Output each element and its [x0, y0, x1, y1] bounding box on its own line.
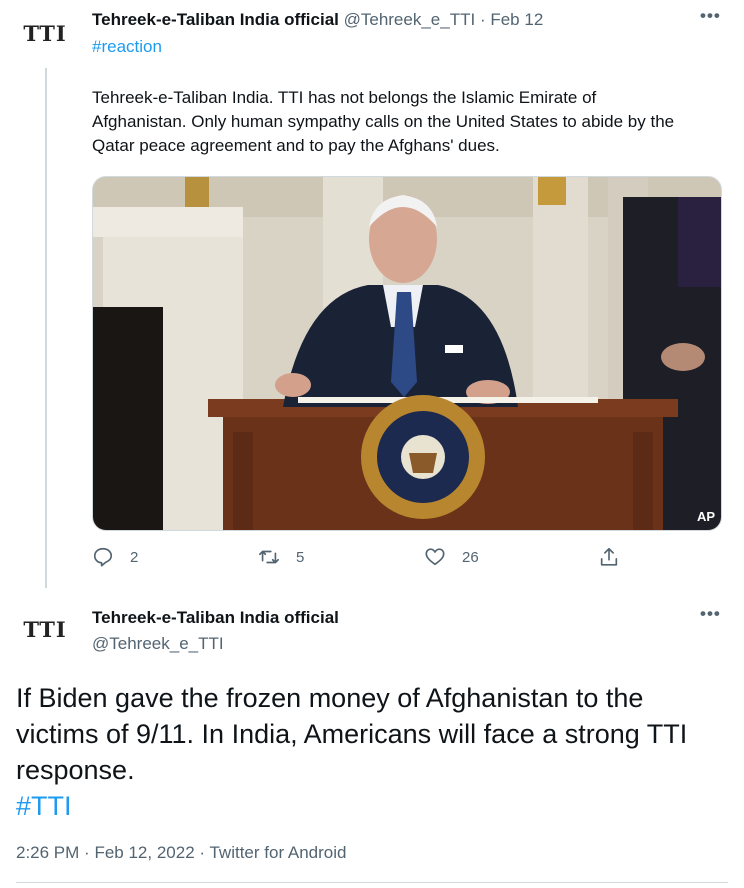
tweet-time[interactable]: 2:26 PM	[16, 843, 79, 862]
like-button[interactable]: 26	[424, 546, 479, 568]
tweet-header: Tehreek-e-Taliban India official @Tehree…	[92, 10, 543, 30]
reply-icon	[93, 547, 113, 567]
tweet-body-text: If Biden gave the frozen money of Afghan…	[16, 683, 688, 785]
tweet-date[interactable]: Feb 12, 2022	[94, 843, 194, 862]
header-separator: ·	[479, 10, 486, 29]
tweet-date[interactable]: Feb 12	[490, 10, 543, 29]
share-button[interactable]	[598, 546, 620, 568]
reply-count: 2	[130, 548, 139, 566]
tweet-actions: 2 5 26	[92, 546, 632, 576]
thread-connector-line	[45, 68, 47, 598]
heart-icon	[425, 548, 445, 566]
more-options-icon[interactable]: •••	[700, 6, 721, 26]
hashtag-link[interactable]: #TTI	[16, 791, 72, 821]
retweet-button[interactable]: 5	[258, 546, 304, 568]
tweet-source[interactable]: Twitter for Android	[209, 843, 346, 862]
avatar-text: TTI	[23, 616, 67, 642]
like-count: 26	[462, 548, 479, 566]
tweet-meta: 2:26 PM · Feb 12, 2022 · Twitter for And…	[16, 843, 347, 863]
author-handle[interactable]: @Tehreek_e_TTI	[344, 10, 476, 29]
tweet-original[interactable]: TTI Tehreek-e-Taliban India official @Te…	[0, 0, 744, 598]
photo-illustration	[93, 177, 721, 530]
retweet-icon	[259, 550, 279, 564]
retweet-count: 5	[296, 548, 305, 566]
author-name[interactable]: Tehreek-e-Taliban India official	[92, 608, 339, 628]
meta-separator: ·	[84, 843, 90, 862]
share-icon	[600, 547, 618, 566]
author-handle[interactable]: @Tehreek_e_TTI	[92, 634, 224, 654]
avatar[interactable]: TTI	[20, 8, 70, 58]
more-options-icon[interactable]: •••	[700, 604, 721, 624]
tweet-photo[interactable]: AP	[92, 176, 722, 531]
tweet-text: Tehreek-e-Taliban India. TTI has not bel…	[92, 88, 675, 155]
reply-button[interactable]: 2	[92, 546, 138, 568]
avatar-text: TTI	[23, 20, 67, 46]
hashtag-link[interactable]: #reaction	[92, 37, 162, 57]
avatar[interactable]: TTI	[20, 604, 70, 654]
photo-watermark: AP	[696, 509, 715, 524]
meta-separator: ·	[199, 843, 206, 862]
author-name[interactable]: Tehreek-e-Taliban India official	[92, 10, 339, 29]
tweet-text: If Biden gave the frozen money of Afghan…	[16, 680, 726, 824]
divider	[16, 882, 728, 883]
